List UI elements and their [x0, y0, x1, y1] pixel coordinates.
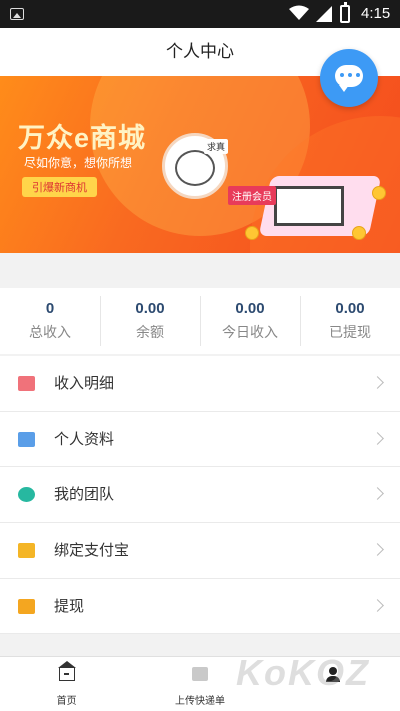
- wallet-icon: [18, 376, 35, 391]
- menu-item-label: 绑定支付宝: [54, 541, 130, 560]
- stat-total-income[interactable]: 0 总收入: [0, 288, 100, 354]
- stat-value: 0.00: [335, 300, 365, 317]
- tab-label: 上传快递单: [174, 696, 225, 707]
- menu-item-label: 个人资料: [54, 429, 115, 448]
- stat-value: 0: [45, 300, 55, 317]
- stat-label: 今日收入: [222, 325, 278, 341]
- watermark: KoKOZ: [236, 652, 370, 693]
- coin-icon: [352, 226, 366, 240]
- status-bar: 4:15: [0, 0, 400, 28]
- chat-button[interactable]: [320, 49, 378, 107]
- stat-label: 余额: [136, 325, 164, 341]
- card-icon: [18, 543, 35, 559]
- banner-subtitle: 尽如你意，想你所想: [24, 156, 133, 170]
- tab-label: 首页: [56, 696, 77, 707]
- menu-item-withdraw[interactable]: 提现: [0, 579, 400, 635]
- withdraw-icon: [18, 598, 35, 614]
- mascot-tag: 求真: [204, 139, 229, 154]
- menu-item-label: 提现: [54, 596, 85, 615]
- menu-list: 收入明细 个人资料 我的团队 绑定支付宝 提现: [0, 356, 400, 635]
- menu-item-label: 收入明细: [54, 374, 115, 392]
- wifi-icon: [289, 5, 309, 20]
- stat-label: 总收入: [29, 325, 71, 341]
- coin-icon: [245, 226, 259, 240]
- tab-home[interactable]: 首页: [0, 657, 133, 711]
- stats-panel: 0 总收入 0.00 余额 0.00 今日收入 0.00 已提现: [0, 288, 400, 354]
- banner-cta: 引爆新商机: [22, 177, 97, 197]
- chevron-right-icon: [371, 431, 384, 445]
- chevron-right-icon: [371, 376, 384, 389]
- team-icon: [18, 487, 35, 503]
- chevron-right-icon: [371, 487, 384, 501]
- home-icon: [57, 661, 76, 681]
- screen-illustration: [274, 186, 344, 226]
- chevron-right-icon: [371, 543, 384, 556]
- clock: 4:15: [361, 5, 391, 22]
- id-card-icon: [18, 431, 35, 447]
- upload-icon: [191, 667, 208, 681]
- stat-balance[interactable]: 0.00 余额: [100, 288, 200, 354]
- signal-icon: [316, 6, 332, 22]
- menu-item-team[interactable]: 我的团队: [0, 467, 400, 524]
- stat-value: 0.00: [235, 300, 265, 317]
- stat-today-income[interactable]: 0.00 今日收入: [200, 288, 300, 354]
- signup-tag: 注册会员: [228, 186, 276, 205]
- stat-withdrawn[interactable]: 0.00 已提现: [300, 288, 400, 354]
- chevron-right-icon: [371, 598, 384, 612]
- menu-item-profile[interactable]: 个人资料: [0, 412, 400, 468]
- menu-item-label: 我的团队: [54, 485, 115, 504]
- stat-value: 0.00: [135, 300, 165, 317]
- coin-icon: [372, 186, 386, 200]
- image-icon: [10, 8, 24, 20]
- banner-title: 万众e商城: [18, 123, 147, 153]
- battery-icon: [340, 2, 350, 23]
- stat-label: 已提现: [329, 325, 371, 341]
- menu-item-bind-alipay[interactable]: 绑定支付宝: [0, 523, 400, 579]
- menu-item-income-detail[interactable]: 收入明细: [0, 356, 400, 412]
